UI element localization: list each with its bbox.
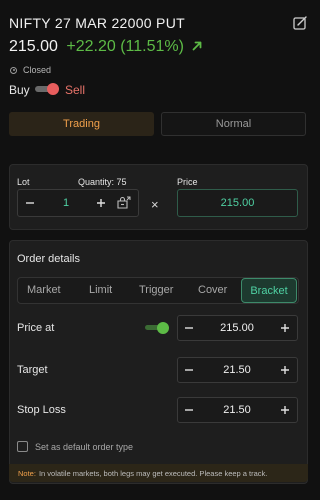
price-at-label: Price at bbox=[17, 322, 55, 334]
target-label: Target bbox=[17, 364, 48, 376]
ltp-integer: 215. bbox=[9, 38, 41, 55]
order-type-market[interactable]: Market bbox=[27, 284, 61, 296]
default-order-type-checkbox[interactable] bbox=[17, 441, 28, 452]
order-type-limit[interactable]: Limit bbox=[89, 284, 112, 296]
target-increment-icon[interactable] bbox=[280, 365, 290, 375]
status-text: Closed bbox=[23, 65, 52, 75]
ltp-row: 215.00 +22.20 (11.51%) bbox=[9, 38, 203, 56]
toggle-knob bbox=[47, 83, 59, 95]
lot-label: Lot bbox=[17, 177, 30, 187]
market-status: Closed bbox=[10, 65, 51, 75]
price-at-input[interactable]: 215.00 bbox=[207, 322, 267, 334]
sell-label[interactable]: Sell bbox=[65, 83, 85, 97]
default-order-type-label[interactable]: Set as default order type bbox=[35, 442, 133, 452]
order-type-cover[interactable]: Cover bbox=[198, 284, 227, 296]
ltp-value: 215.00 bbox=[9, 38, 58, 55]
target-decrement-icon[interactable] bbox=[184, 365, 194, 375]
basket-icon[interactable] bbox=[116, 195, 131, 210]
lot-input[interactable]: 1 bbox=[58, 197, 74, 209]
order-details-title: Order details bbox=[17, 253, 80, 265]
note-banner: Note: In volatile markets, both legs may… bbox=[9, 464, 308, 482]
stop-loss-increment-icon[interactable] bbox=[280, 405, 290, 415]
ltp-change: +22.20 (11.51%) bbox=[66, 38, 184, 55]
note-prefix: Note: bbox=[18, 468, 36, 478]
note-text: In volatile markets, both legs may get e… bbox=[38, 468, 268, 478]
quantity-label: Quantity: 75 bbox=[78, 177, 127, 187]
multiply-icon: × bbox=[151, 197, 159, 212]
price-at-toggle[interactable] bbox=[145, 322, 171, 334]
stop-loss-label: Stop Loss bbox=[17, 404, 66, 416]
edit-icon[interactable] bbox=[292, 15, 308, 31]
status-dot-icon bbox=[10, 66, 17, 74]
lot-increment-icon[interactable] bbox=[96, 198, 106, 208]
stop-loss-input[interactable]: 21.50 bbox=[207, 404, 267, 416]
price-input[interactable]: 215.00 bbox=[177, 189, 298, 217]
tab-normal[interactable]: Normal bbox=[161, 112, 306, 136]
price-at-decrement-icon[interactable] bbox=[184, 323, 194, 333]
order-type-bracket[interactable]: Bracket bbox=[241, 278, 297, 303]
tab-trading[interactable]: Trading bbox=[9, 112, 154, 136]
buy-label[interactable]: Buy bbox=[9, 83, 30, 97]
instrument-title: NIFTY 27 MAR 22000 PUT bbox=[9, 15, 185, 31]
arrow-up-right-icon bbox=[193, 41, 202, 51]
ltp-decimal: 00 bbox=[40, 38, 58, 55]
buy-sell-toggle[interactable] bbox=[35, 83, 59, 95]
price-at-increment-icon[interactable] bbox=[280, 323, 290, 333]
order-type-trigger[interactable]: Trigger bbox=[139, 284, 173, 296]
lot-decrement-icon[interactable] bbox=[25, 198, 35, 208]
target-input[interactable]: 21.50 bbox=[207, 364, 267, 376]
stop-loss-decrement-icon[interactable] bbox=[184, 405, 194, 415]
price-label: Price bbox=[177, 177, 198, 187]
toggle-knob bbox=[157, 322, 169, 334]
